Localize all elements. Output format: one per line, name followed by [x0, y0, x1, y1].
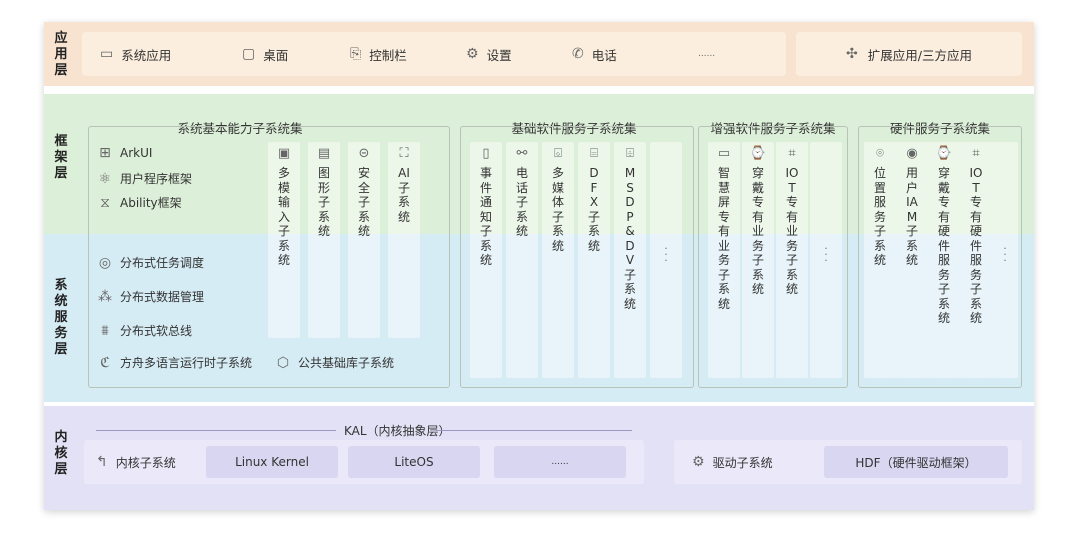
more-dots: · · · [664, 242, 668, 267]
side-item-user-framework[interactable]: ⚛ 用户程序框架 [96, 170, 192, 187]
column-event-notify[interactable]: ▯ 事件通知子系统 [470, 142, 502, 378]
column-graphics[interactable]: ▤ 图形子系统 [308, 142, 340, 338]
column-wearable-hw[interactable]: ⌚ 穿戴专有硬件服务子系统 [928, 142, 960, 378]
wearable-icon: ⌚ [749, 146, 767, 161]
side-item-data-manage[interactable]: ⁂ 分布式数据管理 [96, 288, 204, 305]
graphics-icon: ▤ [317, 146, 331, 161]
driver-gear-icon: ⚙ [692, 454, 705, 470]
runtime-icon: ℭ [100, 354, 110, 371]
iot-icon: ⌗ [788, 146, 796, 161]
event-icon: ▯ [482, 146, 490, 161]
column-wearable[interactable]: ⌚ 穿戴专有业务子系统 [742, 142, 774, 378]
column-multimedia[interactable]: ⌺ 多媒体子系统 [542, 142, 574, 378]
framework-layer-label: 框架层 [54, 134, 68, 181]
app-window-icon: ▭ [100, 46, 114, 62]
control-bar-icon: ⎘ [350, 46, 362, 62]
phone-sub-icon: ⚯ [516, 146, 528, 161]
extension-apps-box[interactable]: ✣ 扩展应用/三方应用 [796, 32, 1022, 76]
kal-line-right [436, 430, 632, 431]
column-security[interactable]: ⊝ 安全子系统 [348, 142, 380, 338]
arkui-icon: ⊞ [99, 145, 111, 161]
app-item-settings[interactable]: ⚙ 设置 [466, 32, 512, 76]
column-ai[interactable]: ⛶ AI子系统 [388, 142, 420, 338]
side-item-runtime[interactable]: ℭ 方舟多语言运行时子系统 [96, 354, 252, 371]
side-item-task-schedule[interactable]: ◎ 分布式任务调度 [96, 254, 204, 271]
task-schedule-icon: ◎ [98, 254, 112, 271]
side-item-ability-framework[interactable]: ⧖ Ability框架 [96, 194, 182, 211]
softbus-icon: ⩩ [101, 322, 109, 339]
kal-label: KAL（内核抽象层） [344, 424, 451, 438]
smart-screen-icon: ▭ [717, 146, 731, 161]
atom-icon: ⚛ [98, 170, 112, 187]
app-item-desktop[interactable]: ▢ 桌面 [242, 32, 288, 76]
wearable-hw-icon: ⌚ [935, 146, 953, 161]
phone-icon: ✆ [572, 46, 584, 62]
architecture-diagram: 应用层 框架层 系统服务层 内核层 ▭ 系统应用 ▢ 桌面 ⎘ 控制栏 ⚙ 设置… [44, 22, 1034, 510]
kernel-more: ...... [494, 446, 626, 478]
iam-icon: ◉ [906, 146, 918, 161]
column-iot-hw[interactable]: ⌗ IOT专有硬件服务子系统 [960, 142, 992, 378]
kernel-linux[interactable]: Linux Kernel [206, 446, 338, 478]
desktop-icon: ▢ [242, 46, 256, 62]
more-dots: · · · [1003, 242, 1007, 267]
input-icon: ▣ [277, 146, 291, 161]
ai-icon: ⛶ [399, 146, 409, 161]
cube-icon: ⬡ [276, 354, 290, 371]
kal-line-left [96, 430, 336, 431]
data-manage-icon: ⁂ [98, 288, 112, 305]
more-dots: · · · [824, 242, 828, 267]
app-layer-label: 应用层 [54, 31, 68, 78]
column-user-iam[interactable]: ◉ 用户IAM子系统 [896, 142, 928, 378]
column-iot[interactable]: ⌗ IOT专有业务子系统 [776, 142, 808, 378]
msdp-icon: ⌹ [626, 146, 634, 161]
kernel-icon: ↰ [96, 454, 108, 470]
puzzle-icon: ✣ [846, 46, 858, 62]
location-icon: ⌾ [876, 146, 884, 161]
kernel-subsystem[interactable]: ↰ 内核子系统 [96, 440, 176, 484]
app-item-control-bar[interactable]: ⎘ 控制栏 [350, 32, 407, 76]
media-icon: ⌺ [554, 146, 562, 161]
side-item-base-lib[interactable]: ⬡ 公共基础库子系统 [274, 354, 394, 371]
column-multimodal-input[interactable]: ▣ 多模输入子系统 [268, 142, 300, 338]
ability-icon: ⧖ [100, 194, 110, 211]
side-item-softbus[interactable]: ⩩ 分布式软总线 [96, 322, 192, 339]
security-icon: ⊝ [358, 146, 370, 161]
iot-hw-icon: ⌗ [972, 146, 980, 161]
dfx-icon: ⌸ [590, 146, 598, 161]
framework-system-area: 系统基本能力子系统集 ⊞ ArkUI ⚛ 用户程序框架 ⧖ Ability框架 ◎ 分布… [78, 104, 1026, 390]
system-layer-label: 系统服务层 [54, 278, 68, 357]
app-item-phone[interactable]: ✆ 电话 [572, 32, 617, 76]
system-apps-box: ▭ 系统应用 ▢ 桌面 ⎘ 控制栏 ⚙ 设置 ✆ 电话 ...... [82, 32, 786, 76]
side-item-arkui[interactable]: ⊞ ArkUI [96, 146, 152, 160]
app-item-system-apps[interactable]: ▭ 系统应用 [100, 32, 171, 76]
hdf-framework[interactable]: HDF（硬件驱动框架） [824, 446, 1008, 478]
column-telephony[interactable]: ⚯ 电话子系统 [506, 142, 538, 378]
kernel-layer-label: 内核层 [54, 430, 68, 477]
column-smart-screen[interactable]: ▭ 智慧屏专有业务子系统 [708, 142, 740, 378]
column-location[interactable]: ⌾ 位置服务子系统 [864, 142, 896, 378]
app-item-more: ...... [698, 49, 716, 59]
gear-icon: ⚙ [466, 46, 479, 62]
column-msdp-dv[interactable]: ⌹ MSDP&DV子系统 [614, 142, 646, 378]
column-dfx[interactable]: ⌸ DFX子系统 [578, 142, 610, 378]
kernel-liteos[interactable]: LiteOS [348, 446, 480, 478]
driver-subsystem[interactable]: ⚙ 驱动子系统 [692, 440, 773, 484]
